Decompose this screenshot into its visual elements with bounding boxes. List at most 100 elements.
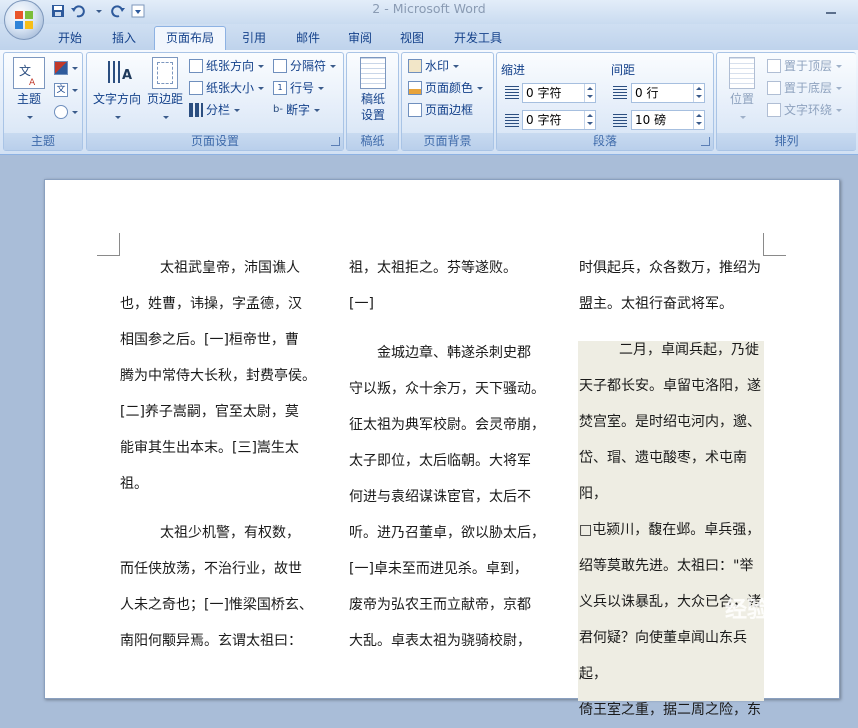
- minimize-button[interactable]: [820, 4, 842, 18]
- paragraph-line: 二月，卓闻兵起，乃徙: [619, 342, 759, 358]
- manuscript-settings-button[interactable]: 稿纸 设置: [350, 57, 396, 123]
- indent-left-value: 0 字符: [526, 86, 562, 100]
- columns-label: 分栏: [206, 103, 231, 117]
- breaks-button[interactable]: 分隔符: [273, 57, 337, 75]
- group-label-themes: 主题: [4, 133, 82, 150]
- line-numbers-icon: 1: [273, 81, 287, 95]
- indent-right-input[interactable]: 0 字符: [522, 110, 596, 130]
- tab-view[interactable]: 视图: [392, 27, 432, 49]
- crop-mark-top-left: [97, 233, 120, 256]
- text-wrap-icon: [767, 103, 781, 117]
- watermark-label: 水印: [425, 59, 450, 73]
- ribbon-tabs: 开始 插入 页面布局 引用 邮件 审阅 视图 开发工具: [0, 24, 858, 51]
- text-wrap-button[interactable]: 文字环绕: [767, 101, 843, 119]
- watermark-icon: [408, 59, 422, 73]
- theme-effects-button[interactable]: [54, 103, 78, 121]
- page-borders-icon: [408, 103, 422, 117]
- tab-page-layout[interactable]: 页面布局: [154, 26, 226, 51]
- page-setup-dialog-launcher[interactable]: [331, 137, 340, 146]
- breaks-icon: [273, 59, 287, 73]
- theme-colors-icon: [54, 61, 68, 75]
- svg-text:文: 文: [19, 63, 31, 78]
- indent-left-icon: [505, 85, 519, 99]
- watermark-button[interactable]: 水印: [408, 57, 460, 75]
- indent-left-spinner[interactable]: [584, 84, 595, 102]
- bring-front-button[interactable]: 置于顶层: [767, 57, 843, 75]
- paragraph-line: 大乱。卓表太祖为骁骑校尉，: [349, 633, 531, 649]
- paragraph-dialog-launcher[interactable]: [701, 137, 710, 146]
- columns-icon: [189, 103, 203, 117]
- text-direction-button[interactable]: A 文字方向: [89, 57, 145, 123]
- paragraph-line: 祖，太祖拒之。芬等遂败。: [349, 260, 517, 276]
- ribbon: 文A 主题 文 主题 A 文字方向 页边距 纸张方向 纸张大小 分栏 分隔符 1…: [0, 50, 858, 155]
- paragraph-line: 绍等莫敢先进。太祖曰："举: [579, 558, 754, 574]
- theme-colors-button[interactable]: [54, 59, 78, 77]
- manuscript-label-1: 稿纸: [360, 92, 385, 106]
- line-numbers-label: 行号: [290, 81, 315, 95]
- document-workspace: 太祖武皇帝，沛国谯人 也，姓曹，讳操，字孟德，汉 相国参之后。[一]桓帝世，曹 …: [0, 155, 858, 718]
- indent-right-spinner[interactable]: [584, 111, 595, 129]
- send-back-button[interactable]: 置于底层: [767, 79, 843, 97]
- group-page-setup: A 文字方向 页边距 纸张方向 纸张大小 分栏 分隔符 1 行号 b- 断字 页…: [86, 52, 344, 151]
- office-button[interactable]: [4, 0, 44, 40]
- paragraph-spacer: [579, 322, 769, 332]
- spacing-before-input[interactable]: 0 行: [631, 83, 705, 103]
- position-button[interactable]: 位置: [719, 57, 765, 123]
- tab-insert[interactable]: 插入: [104, 27, 144, 49]
- paragraph-line: 而任侠放荡，不治行业，故世: [120, 561, 302, 577]
- tab-developer[interactable]: 开发工具: [446, 27, 510, 49]
- page-color-button[interactable]: 页面颜色: [408, 79, 484, 97]
- group-label-paragraph: 段落: [497, 133, 713, 150]
- document-page[interactable]: 太祖武皇帝，沛国谯人 也，姓曹，讳操，字孟德，汉 相国参之后。[一]桓帝世，曹 …: [44, 179, 840, 718]
- page-color-label: 页面颜色: [425, 81, 474, 95]
- tab-home[interactable]: 开始: [50, 27, 90, 49]
- paragraph-line: 祖。: [120, 476, 148, 492]
- size-button[interactable]: 纸张大小: [189, 79, 265, 97]
- bring-front-icon: [767, 59, 781, 73]
- theme-fonts-button[interactable]: 文: [54, 81, 78, 99]
- margins-button[interactable]: 页边距: [143, 57, 187, 123]
- paragraph-line: 天子都长安。卓留屯洛阳，遂: [579, 378, 761, 394]
- spacing-before-spinner[interactable]: [693, 84, 704, 102]
- tab-mailings[interactable]: 邮件: [288, 27, 328, 49]
- paragraph-line: 南阳何颙异焉。玄谓太祖曰：: [120, 633, 302, 649]
- page-borders-label: 页面边框: [425, 103, 474, 117]
- svg-text:A: A: [29, 78, 36, 88]
- group-label-arrange: 排列: [717, 133, 856, 150]
- indent-right-value: 0 字符: [526, 113, 562, 127]
- indent-left-input[interactable]: 0 字符: [522, 83, 596, 103]
- paragraph-line: 岱、瑁、遗屯酸枣，术屯南阳，: [579, 450, 747, 502]
- window-title: 2 - Microsoft Word: [372, 1, 486, 16]
- group-label-manuscript: 稿纸: [347, 133, 398, 150]
- paragraph-line: 相国参之后。[一]桓帝世，曹: [120, 332, 299, 348]
- line-numbers-button[interactable]: 1 行号: [273, 79, 325, 97]
- paragraph-line: [二]养子嵩嗣，官至太尉，莫: [120, 404, 299, 420]
- size-icon: [189, 81, 203, 95]
- minimize-icon: [826, 12, 836, 14]
- paragraph-line: 焚宫室。是时绍屯河内，邈、: [579, 414, 761, 430]
- page-borders-button[interactable]: 页面边框: [408, 101, 473, 119]
- paragraph-line: 腾为中常侍大长秋，封费亭侯。: [120, 368, 316, 384]
- position-icon: [729, 57, 755, 89]
- paragraph-line: 征太祖为典军校尉。会灵帝崩，: [349, 417, 545, 433]
- spacing-after-icon: [613, 113, 627, 127]
- title-bar: 2 - Microsoft Word: [0, 0, 858, 24]
- spacing-after-spinner[interactable]: [693, 111, 704, 129]
- spacing-after-input[interactable]: 10 磅: [631, 110, 705, 130]
- spacing-after-value: 10 磅: [635, 113, 667, 127]
- margins-icon: [152, 57, 178, 89]
- columns-button[interactable]: 分栏: [189, 101, 241, 119]
- bring-front-label: 置于顶层: [784, 59, 833, 73]
- orientation-button[interactable]: 纸张方向: [189, 57, 265, 75]
- paragraph-line: 太子即位，太后临朝。大将军: [349, 453, 531, 469]
- tab-review[interactable]: 审阅: [340, 27, 380, 49]
- tab-references[interactable]: 引用: [236, 27, 272, 49]
- spacing-before-value: 0 行: [635, 86, 659, 100]
- theme-effects-icon: [54, 105, 68, 119]
- paragraph-spacer: [349, 322, 549, 335]
- themes-button[interactable]: 文A 主题: [6, 57, 52, 123]
- group-paragraph: 缩进 间距 0 字符 0 字符 0 行 10 磅 段落: [496, 52, 714, 151]
- paragraph-line: 能审其生出本末。[三]嵩生太: [120, 440, 299, 456]
- hyphenation-button[interactable]: b- 断字: [273, 101, 320, 119]
- paragraph-line: 也，姓曹，讳操，字孟德，汉: [120, 296, 302, 312]
